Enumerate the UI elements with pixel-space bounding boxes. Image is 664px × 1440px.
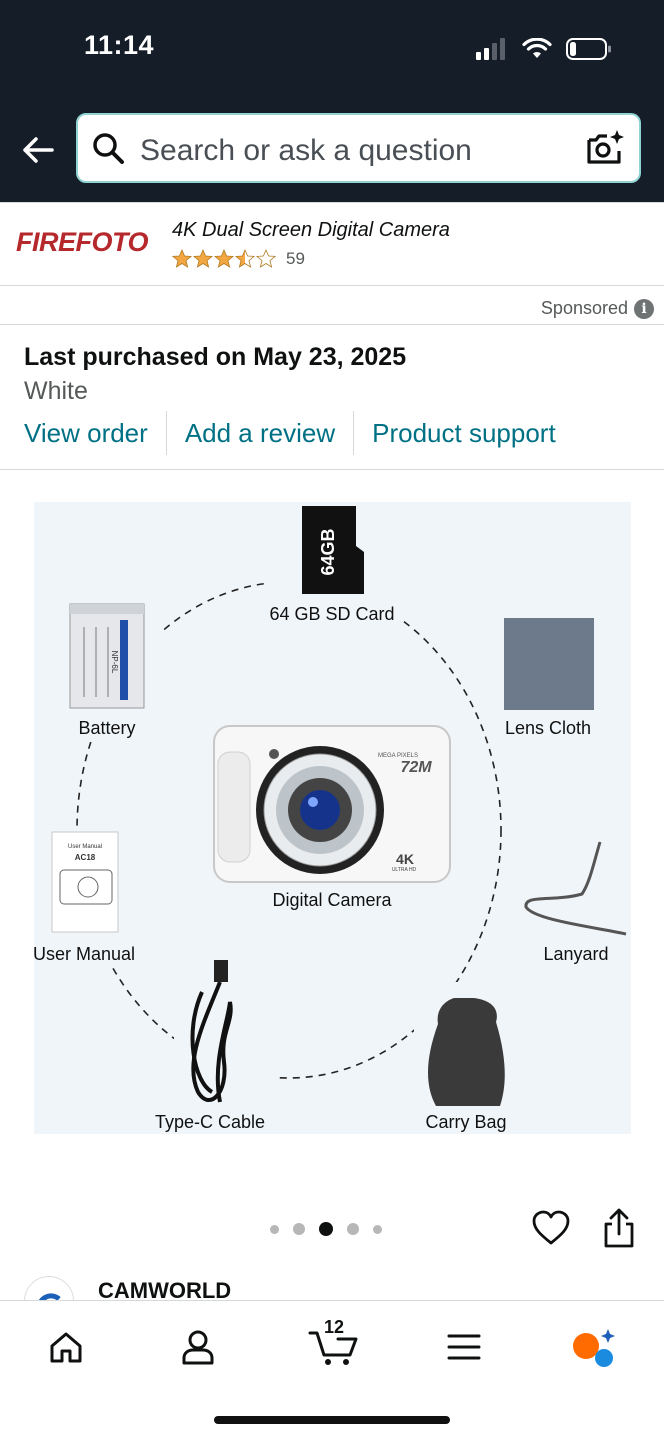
nav-account[interactable] [174,1323,222,1371]
camera-res-text: 4K [396,851,414,867]
sponsored-ad-banner[interactable]: FIREFOTO 4K Dual Screen Digital Camera 5… [0,202,664,286]
account-icon [182,1330,214,1365]
label-lens-cloth: Lens Cloth [504,718,592,738]
product-image-graphic: 64GB NP-6L 72M MEGA PIXELS 4K ULTRA HD U… [34,502,631,1122]
search-input[interactable]: Search or ask a question [140,134,472,168]
status-time: 11:14 [84,30,155,60]
heart-icon[interactable] [532,1210,570,1246]
camera-mp-small-text: MEGA PIXELS [378,753,418,759]
carousel-dot[interactable] [347,1223,359,1235]
svg-text:User Manual: User Manual [68,844,102,850]
sd-card-text: 64GB [318,528,338,575]
carry-bag-image [428,998,505,1106]
sd-card-image: 64GB [302,506,364,594]
lens-cloth-image [504,618,594,710]
camera-search-icon[interactable] [585,129,625,167]
user-manual-image: User Manual AC18 [51,831,119,933]
status-icons [476,36,612,62]
add-review-link[interactable]: Add a review [165,411,353,455]
label-sd-card: 64 GB SD Card [269,604,395,624]
search-bar[interactable]: Search or ask a question [76,113,641,183]
svg-text:NP-6L: NP-6L [110,651,119,674]
nav-home[interactable] [42,1323,90,1371]
star-rating-icon [172,249,276,268]
ad-rating: 59 [172,249,305,269]
menu-icon [447,1334,481,1360]
back-arrow-icon[interactable] [18,130,58,170]
purchased-variant: White [24,377,88,405]
home-indicator [214,1416,450,1424]
carousel-dot[interactable] [270,1224,279,1234]
battery-icon [566,38,611,60]
label-battery: Battery [78,718,136,738]
label-bag: Carry Bag [425,1112,507,1132]
svg-text:AC18: AC18 [75,853,96,862]
nav-menu[interactable] [440,1323,488,1371]
carousel-dot[interactable] [293,1223,305,1235]
view-order-link[interactable]: View order [24,411,166,455]
label-lanyard: Lanyard [543,944,609,964]
rufus-ai-icon [573,1329,615,1367]
sponsored-label[interactable]: Sponsored i [541,298,654,319]
camera-res-small-text: ULTRA HD [392,867,417,873]
signal-icon [476,38,505,60]
carousel-dot[interactable] [373,1224,382,1234]
status-bar: 11:14 [0,0,664,100]
carousel-dots[interactable] [270,1222,382,1236]
product-image[interactable]: 64GB NP-6L 72M MEGA PIXELS 4K ULTRA HD U… [32,502,631,1134]
last-purchased-heading: Last purchased on May 23, 2025 [24,343,407,371]
wifi-icon [522,38,552,58]
battery-image: NP-6L [69,603,145,709]
digital-camera-image: 72M MEGA PIXELS 4K ULTRA HD [213,725,451,883]
search-icon [93,133,124,164]
ad-title[interactable]: 4K Dual Screen Digital Camera [172,219,450,242]
ad-brand-logo: FIREFOTO [16,227,149,257]
cart-count: 12 [324,1317,345,1337]
top-bar: Search or ask a question [0,100,664,202]
home-icon [50,1332,82,1363]
carousel-dot-active[interactable] [319,1222,333,1236]
camera-mp-text: 72M [400,759,432,776]
info-icon[interactable]: i [634,298,654,319]
purchase-history-panel: Last purchased on May 23, 2025 White Vie… [0,324,664,470]
nav-rufus[interactable] [570,1323,618,1371]
sponsored-text: Sponsored [540,298,628,318]
product-support-link[interactable]: Product support [353,411,574,455]
label-camera: Digital Camera [272,890,392,910]
label-cable: Type-C Cable [154,1112,266,1132]
ad-rating-count: 59 [286,249,305,268]
seller-strip[interactable]: CAMWORLD [0,1268,664,1326]
share-icon[interactable] [602,1208,636,1250]
purchase-links: View order Add a review Product support [24,411,574,455]
label-manual: User Manual [32,944,136,964]
